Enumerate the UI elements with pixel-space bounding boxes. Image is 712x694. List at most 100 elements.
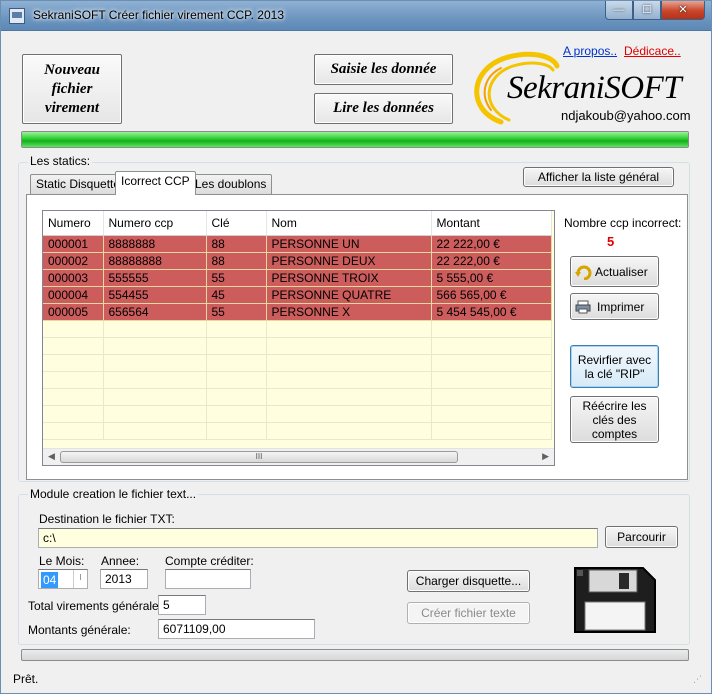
cell-cle: 45 [206, 286, 267, 304]
cell-nom: PERSONNE QUATRE [266, 286, 432, 304]
month-picker[interactable]: 04 ⁝ [38, 569, 88, 589]
cell-nom: PERSONNE TROIX [266, 269, 432, 287]
table-row[interactable]: 000004 554455 45 PERSONNE QUATRE 566 565… [43, 286, 552, 304]
destination-label: Destination le fichier TXT: [39, 512, 175, 526]
column-header-numero-ccp[interactable]: Numero ccp [103, 211, 207, 236]
table-row[interactable]: 000005 656564 55 PERSONNE X 5 454 545,00… [43, 303, 552, 321]
incorrect-count-value: 5 [607, 234, 615, 249]
floppy-disk-icon [574, 567, 656, 633]
total-transfers-label: Total virements générale: [28, 599, 163, 613]
cell-numero-ccp: 554455 [103, 286, 207, 304]
cell-numero: 000005 [43, 303, 104, 321]
main-window: SekraniSOFT Créer fichier virement CCP. … [0, 0, 712, 694]
tab-doublons[interactable]: Les doublons [189, 174, 273, 194]
rewrite-keys-button[interactable]: Réécrire les clés des comptes [570, 396, 659, 443]
cell-numero: 000001 [43, 235, 104, 253]
year-label: Annee: [101, 554, 140, 568]
title-bar[interactable]: SekraniSOFT Créer fichier virement CCP. … [1, 1, 711, 31]
refresh-icon [575, 265, 592, 280]
maximize-button[interactable]: ☐ [633, 1, 661, 20]
empty-row [43, 371, 552, 389]
print-button-label: Imprimer [597, 299, 645, 314]
empty-row [43, 320, 552, 338]
year-input[interactable]: 2013 [100, 569, 148, 589]
total-amounts-label: Montants générale: [28, 623, 131, 637]
logo-name: SekraniSOFT [507, 70, 682, 106]
cell-nom: PERSONNE UN [266, 235, 432, 253]
grid-horizontal-scrollbar[interactable]: ◀ III ▶ [43, 448, 554, 465]
total-transfers-input[interactable]: 5 [158, 595, 206, 615]
show-general-list-button[interactable]: Afficher la liste général [523, 167, 674, 187]
bottom-progress-bar [21, 649, 689, 661]
cell-nom: PERSONNE DEUX [266, 252, 432, 270]
create-text-file-button[interactable]: Créer fichier texte [407, 602, 530, 624]
empty-row [43, 388, 552, 406]
scroll-right-icon[interactable]: ▶ [542, 451, 549, 462]
cell-cle: 88 [206, 235, 267, 253]
read-data-button[interactable]: Lire les données [314, 93, 453, 124]
month-value: 04 [41, 572, 59, 588]
column-header-numero[interactable]: Numero [43, 211, 104, 236]
cell-montant: 5 454 545,00 € [431, 303, 552, 321]
month-spin-icon[interactable]: ⁝ [73, 570, 87, 588]
cell-cle: 88 [206, 252, 267, 270]
window-title: SekraniSOFT Créer fichier virement CCP. … [33, 8, 284, 22]
top-progress-bar [21, 131, 689, 148]
tab-static-disquette[interactable]: Static Disquette [30, 174, 127, 194]
column-header-montant[interactable]: Montant [431, 211, 552, 236]
empty-row [43, 337, 552, 355]
cell-numero-ccp: 656564 [103, 303, 207, 321]
destination-input[interactable]: c:\ [38, 528, 598, 548]
credit-account-label: Compte créditer: [165, 554, 254, 568]
empty-row [43, 354, 552, 372]
credit-account-input[interactable] [165, 569, 251, 589]
cell-numero-ccp: 8888888 [103, 235, 207, 253]
cell-numero-ccp: 88888888 [103, 252, 207, 270]
scroll-left-icon[interactable]: ◀ [48, 451, 55, 462]
grid-header-row: Numero Numero ccp Clé Nom Montant [43, 211, 552, 236]
browse-button[interactable]: Parcourir [605, 526, 678, 548]
minimize-button[interactable]: — [605, 1, 633, 20]
column-header-cle[interactable]: Clé [206, 211, 267, 236]
resize-grip-icon[interactable]: ⋰ [693, 674, 702, 685]
empty-row [43, 422, 552, 440]
incorrect-count-label: Nombre ccp incorrect: [564, 216, 682, 230]
month-label: Le Mois: [39, 554, 85, 568]
cell-montant: 22 222,00 € [431, 252, 552, 270]
refresh-button[interactable]: Actualiser [570, 256, 659, 287]
client-area: Nouveau fichier virement Saisie les donn… [9, 32, 703, 687]
empty-row [43, 405, 552, 423]
printer-icon [575, 300, 591, 313]
cell-montant: 566 565,00 € [431, 286, 552, 304]
enter-data-button[interactable]: Saisie les donnée [314, 54, 453, 85]
close-button[interactable]: ✕ [661, 1, 705, 20]
status-text: Prêt. [13, 672, 39, 686]
cell-montant: 5 555,00 € [431, 269, 552, 287]
top-progress-fill [22, 132, 688, 147]
tab-incorrect-ccp[interactable]: Icorrect CCP [115, 171, 196, 195]
print-button[interactable]: Imprimer [570, 293, 659, 320]
incorrect-ccp-grid[interactable]: Numero Numero ccp Clé Nom Montant 000001… [42, 210, 555, 466]
cell-numero-ccp: 555555 [103, 269, 207, 287]
logo-email: ndjakoub@yahoo.com [561, 108, 691, 123]
table-row[interactable]: 000002 88888888 88 PERSONNE DEUX 22 222,… [43, 252, 552, 270]
new-transfer-file-button[interactable]: Nouveau fichier virement [22, 54, 122, 124]
table-row[interactable]: 000003 555555 55 PERSONNE TROIX 5 555,00… [43, 269, 552, 287]
column-header-nom[interactable]: Nom [266, 211, 432, 236]
table-row[interactable]: 000001 8888888 88 PERSONNE UN 22 222,00 … [43, 235, 552, 253]
cell-numero: 000002 [43, 252, 104, 270]
cell-cle: 55 [206, 303, 267, 321]
scroll-thumb[interactable]: III [60, 451, 458, 463]
verify-rip-key-button[interactable]: Revirfier avec la clé "RIP" [570, 345, 659, 388]
cell-numero: 000004 [43, 286, 104, 304]
statics-group-title: Les statics: [28, 154, 93, 168]
module-group-title: Module creation le fichier text... [28, 487, 199, 501]
load-disk-button[interactable]: Charger disquette... [407, 570, 530, 592]
total-amounts-input[interactable]: 6071109,00 [158, 619, 315, 639]
app-icon[interactable] [9, 8, 25, 24]
cell-cle: 55 [206, 269, 267, 287]
cell-nom: PERSONNE X [266, 303, 432, 321]
cell-montant: 22 222,00 € [431, 235, 552, 253]
cell-numero: 000003 [43, 269, 104, 287]
refresh-button-label: Actualiser [595, 264, 648, 279]
